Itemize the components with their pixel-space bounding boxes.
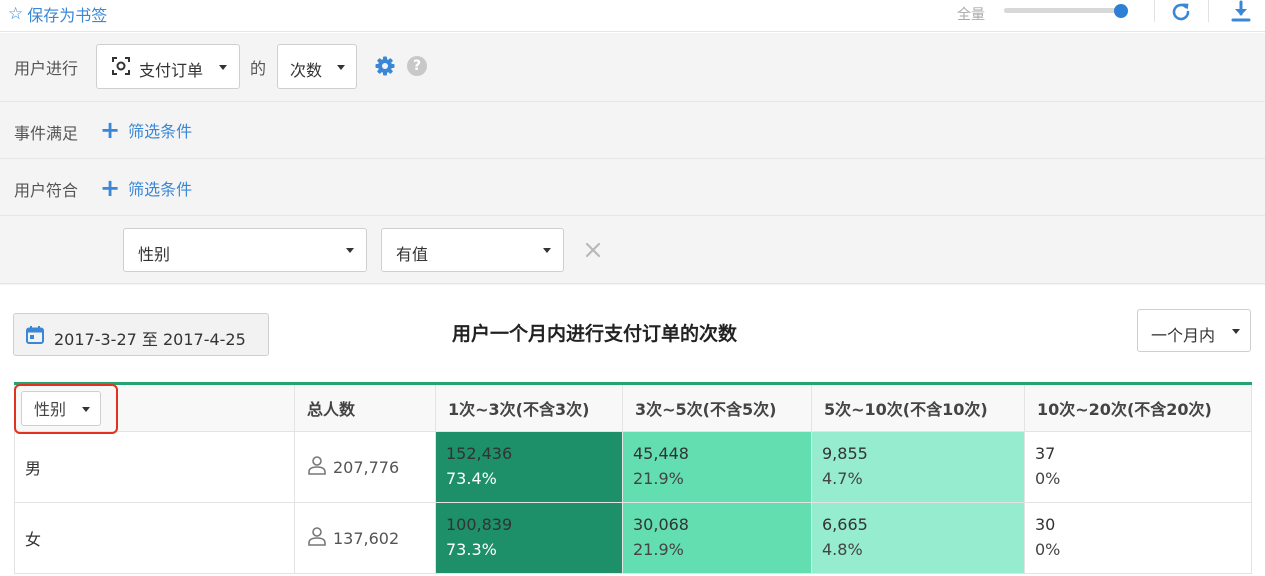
event-condition-row: 事件满足 + 筛选条件 bbox=[0, 102, 1265, 159]
chevron-down-icon bbox=[543, 248, 551, 253]
date-range-button[interactable]: 2017-3-27 至 2017-4-25 bbox=[13, 313, 269, 356]
star-icon: ☆ bbox=[8, 4, 24, 24]
data-cell[interactable]: 6,665 4.8% bbox=[811, 502, 1025, 574]
chevron-down-icon bbox=[337, 65, 345, 70]
add-user-filter-label: 筛选条件 bbox=[128, 180, 193, 199]
add-event-filter-button[interactable]: + 筛选条件 bbox=[100, 118, 192, 142]
of-text: 的 bbox=[250, 59, 267, 78]
download-icon[interactable] bbox=[1229, 0, 1253, 24]
column-header: 1次~3次(不含3次) bbox=[435, 383, 623, 432]
data-cell[interactable]: 45,448 21.9% bbox=[622, 431, 812, 503]
user-property-row: 性别 有值 bbox=[0, 216, 1265, 284]
row-label: 女 bbox=[14, 502, 295, 574]
data-cell[interactable]: 152,436 73.4% bbox=[435, 431, 623, 503]
cell-percent: 73.3% bbox=[446, 540, 497, 559]
cell-percent: 4.8% bbox=[822, 540, 863, 559]
plus-icon: + bbox=[100, 116, 121, 144]
data-cell[interactable]: 37 0% bbox=[1024, 431, 1252, 503]
chevron-down-icon bbox=[219, 65, 227, 70]
cell-percent: 0% bbox=[1035, 469, 1061, 488]
top-bar: ☆ 保存为书签 全量 bbox=[0, 0, 1265, 32]
table-header-row: 性别 总人数 1次~3次(不含3次) 3次~5次(不含5次) 5次~10次(不含… bbox=[14, 383, 1252, 432]
cell-count: 9,855 bbox=[822, 444, 868, 463]
add-user-filter-button[interactable]: + 筛选条件 bbox=[100, 176, 192, 200]
event-row-label: 用户进行 bbox=[14, 59, 79, 78]
help-icon[interactable]: ? bbox=[407, 56, 427, 76]
zoom-slider-thumb[interactable] bbox=[1113, 4, 1128, 18]
event-row: 用户进行 支付订单 的 次数 ? bbox=[0, 33, 1265, 102]
data-cell[interactable]: 9,855 4.7% bbox=[811, 431, 1025, 503]
cell-percent: 4.7% bbox=[822, 469, 863, 488]
user-condition-row: 用户符合 + 筛选条件 bbox=[0, 159, 1265, 216]
toolbar-divider bbox=[1208, 0, 1209, 22]
event-icon bbox=[112, 57, 130, 75]
group-by-value: 性别 bbox=[34, 400, 67, 419]
add-event-filter-label: 筛选条件 bbox=[128, 122, 193, 141]
zoom-slider[interactable] bbox=[1004, 4, 1128, 18]
cell-count: 100,839 bbox=[446, 515, 513, 534]
chevron-down-icon bbox=[1232, 329, 1240, 334]
cell-count: 37 bbox=[1035, 444, 1056, 463]
property-select-value: 性别 bbox=[138, 245, 171, 264]
toolbar-divider bbox=[1154, 0, 1155, 22]
column-header: 5次~10次(不含10次) bbox=[811, 383, 1025, 432]
zoom-label: 全量 bbox=[957, 7, 985, 23]
cell-percent: 21.9% bbox=[633, 469, 684, 488]
save-bookmark-label: 保存为书签 bbox=[27, 6, 108, 25]
table-row: 男 207,776 152,436 73.4% 45,448 21.9% 9,855… bbox=[14, 431, 1252, 503]
close-icon[interactable] bbox=[585, 242, 601, 258]
period-select-value: 一个月内 bbox=[1151, 326, 1216, 345]
group-by-select[interactable]: 性别 bbox=[21, 390, 101, 426]
refresh-icon[interactable] bbox=[1169, 0, 1193, 24]
chevron-down-icon bbox=[346, 248, 354, 253]
gear-icon[interactable] bbox=[375, 56, 395, 76]
column-header: 10次~20次(不含20次) bbox=[1024, 383, 1252, 432]
cell-count: 30,068 bbox=[633, 515, 689, 534]
distribution-table: 性别 总人数 1次~3次(不含3次) 3次~5次(不含5次) 5次~10次(不含… bbox=[14, 382, 1252, 574]
column-header: 3次~5次(不含5次) bbox=[622, 383, 812, 432]
cell-count: 6,665 bbox=[822, 515, 868, 534]
column-header: 总人数 bbox=[294, 383, 436, 432]
event-select-value: 支付订单 bbox=[139, 61, 204, 80]
chevron-down-icon bbox=[82, 406, 90, 412]
cell-count: 152,436 bbox=[446, 444, 513, 463]
zoom-slider-fill bbox=[1004, 8, 1121, 13]
cell-count: 45,448 bbox=[633, 444, 689, 463]
save-bookmark-button[interactable]: ☆ 保存为书签 bbox=[8, 2, 107, 26]
date-range-value: 2017-3-27 至 2017-4-25 bbox=[54, 330, 246, 349]
table-row: 女 137,602 100,839 73.3% 30,068 21.9% 6,665… bbox=[14, 502, 1252, 574]
chart-title: 用户一个月内进行支付订单的次数 bbox=[452, 323, 738, 345]
plus-icon: + bbox=[100, 174, 121, 202]
total-value: 207,776 bbox=[333, 458, 400, 477]
total-value: 137,602 bbox=[333, 529, 400, 548]
filter-panel: 用户进行 支付订单 的 次数 ? 事件满足 + 筛选条件 用户符合 + 筛选条件… bbox=[0, 33, 1265, 285]
period-select[interactable]: 一个月内 bbox=[1137, 309, 1251, 352]
total-cell: 137,602 bbox=[294, 502, 436, 574]
calendar-icon bbox=[26, 326, 44, 344]
row-label: 男 bbox=[14, 431, 295, 503]
metric-select[interactable]: 次数 bbox=[277, 44, 357, 89]
data-cell[interactable]: 100,839 73.3% bbox=[435, 502, 623, 574]
property-select[interactable]: 性别 bbox=[123, 228, 367, 272]
event-condition-label: 事件满足 bbox=[14, 124, 79, 143]
event-select[interactable]: 支付订单 bbox=[96, 44, 240, 89]
group-header-cell: 性别 bbox=[14, 383, 295, 432]
operator-select-value: 有值 bbox=[396, 245, 429, 264]
operator-select[interactable]: 有值 bbox=[381, 228, 564, 272]
user-icon bbox=[307, 526, 327, 550]
total-cell: 207,776 bbox=[294, 431, 436, 503]
cell-count: 30 bbox=[1035, 515, 1056, 534]
cell-percent: 21.9% bbox=[633, 540, 684, 559]
metric-select-value: 次数 bbox=[290, 61, 323, 80]
user-condition-label: 用户符合 bbox=[14, 181, 79, 200]
user-icon bbox=[307, 455, 327, 479]
cell-percent: 73.4% bbox=[446, 469, 497, 488]
data-cell[interactable]: 30 0% bbox=[1024, 502, 1252, 574]
cell-percent: 0% bbox=[1035, 540, 1061, 559]
data-cell[interactable]: 30,068 21.9% bbox=[622, 502, 812, 574]
